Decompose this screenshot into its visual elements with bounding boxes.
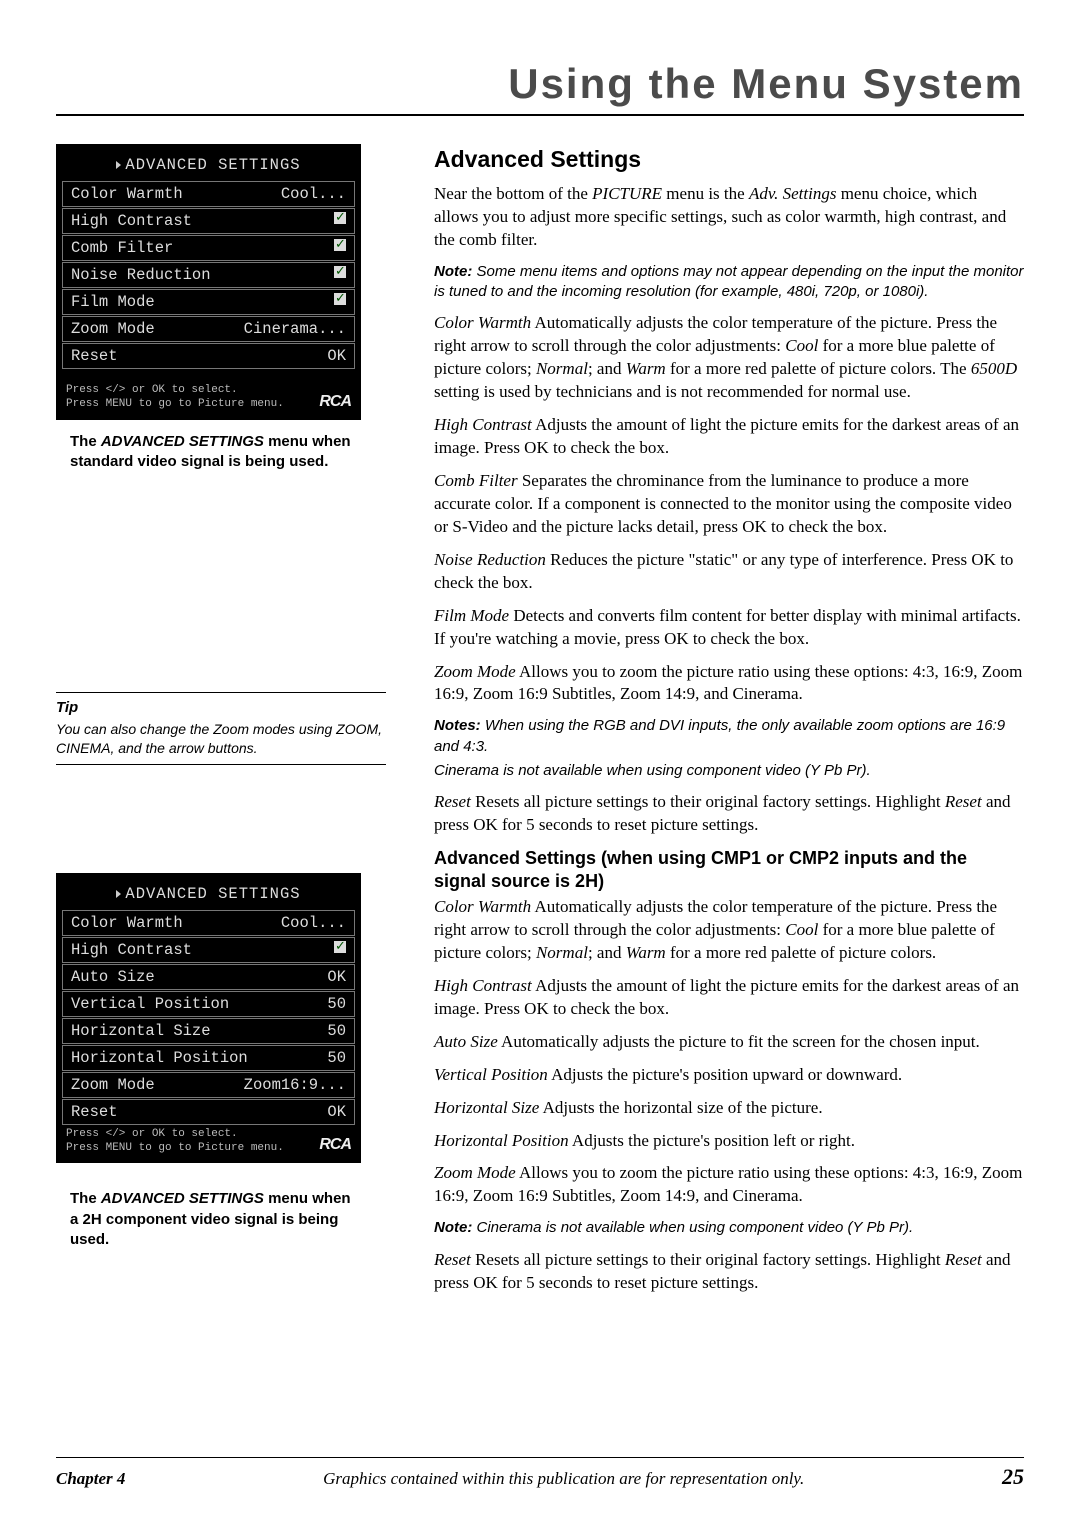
osd2-footer: Press </> or OK to select. Press MENU to…: [62, 1126, 355, 1158]
item-noise-reduction: Noise Reduction Reduces the picture "sta…: [434, 549, 1024, 595]
check-icon: [334, 239, 346, 251]
osd2-row-horizontal-size[interactable]: Horizontal Size50: [62, 1018, 355, 1044]
osd1-caption: The ADVANCED SETTINGS menu when standard…: [70, 432, 360, 473]
item2-vertical-position: Vertical Position Adjusts the picture's …: [434, 1064, 1024, 1087]
osd2-row-reset[interactable]: ResetOK: [62, 1099, 355, 1125]
item2-zoom-mode: Zoom Mode Allows you to zoom the picture…: [434, 1162, 1024, 1208]
item2-horizontal-size: Horizontal Size Adjusts the horizontal s…: [434, 1097, 1024, 1120]
note-1: Note: Some menu items and options may no…: [434, 262, 1024, 303]
osd-menu-1: ADVANCED SETTINGS Color WarmthCool... Hi…: [56, 144, 361, 420]
item-color-warmth: Color Warmth Automatically adjusts the c…: [434, 312, 1024, 404]
item-comb-filter: Comb Filter Separates the chrominance fr…: [434, 470, 1024, 539]
check-icon: [334, 266, 346, 278]
page-footer: Chapter 4 Graphics contained within this…: [56, 1457, 1024, 1490]
check-icon: [334, 212, 346, 224]
check-icon: [334, 941, 346, 953]
osd2-caption: The ADVANCED SETTINGS menu when a 2H com…: [70, 1189, 360, 1250]
osd1-row-comb-filter[interactable]: Comb Filter: [62, 235, 355, 261]
intro-paragraph: Near the bottom of the PICTURE menu is t…: [434, 183, 1024, 252]
item2-high-contrast: High Contrast Adjusts the amount of ligh…: [434, 975, 1024, 1021]
brand-logo: RCA: [319, 1135, 351, 1155]
item-high-contrast: High Contrast Adjusts the amount of ligh…: [434, 414, 1024, 460]
osd2-row-auto-size[interactable]: Auto SizeOK: [62, 964, 355, 990]
footer-chapter: Chapter 4: [56, 1469, 125, 1489]
osd1-row-noise-reduction[interactable]: Noise Reduction: [62, 262, 355, 288]
osd1-row-color-warmth[interactable]: Color WarmthCool...: [62, 181, 355, 207]
cursor-icon: [116, 161, 121, 169]
osd2-title: ADVANCED SETTINGS: [62, 879, 355, 909]
osd2-row-vertical-position[interactable]: Vertical Position50: [62, 991, 355, 1017]
tip-body: You can also change the Zoom modes using…: [56, 720, 386, 758]
cursor-icon: [116, 890, 121, 898]
subsection-heading: Advanced Settings (when using CMP1 or CM…: [434, 847, 1024, 892]
check-icon: [334, 293, 346, 305]
item-zoom-mode: Zoom Mode Allows you to zoom the picture…: [434, 661, 1024, 707]
footer-disclaimer: Graphics contained within this publicati…: [323, 1469, 804, 1489]
notes-2a: Notes: When using the RGB and DVI inputs…: [434, 716, 1024, 757]
page-header: Using the Menu System: [56, 60, 1024, 116]
osd2-row-horizontal-position[interactable]: Horizontal Position50: [62, 1045, 355, 1071]
tip-box: Tip You can also change the Zoom modes u…: [56, 692, 386, 765]
notes-2b: Cinerama is not available when using com…: [434, 761, 1024, 781]
osd2-row-high-contrast[interactable]: High Contrast: [62, 937, 355, 963]
left-column: ADVANCED SETTINGS Color WarmthCool... Hi…: [56, 144, 406, 1304]
osd1-row-film-mode[interactable]: Film Mode: [62, 289, 355, 315]
item-reset: Reset Resets all picture settings to the…: [434, 791, 1024, 837]
two-column-layout: ADVANCED SETTINGS Color WarmthCool... Hi…: [56, 144, 1024, 1304]
osd1-title: ADVANCED SETTINGS: [62, 150, 355, 180]
footer-page-number: 25: [1002, 1464, 1024, 1490]
section-heading: Advanced Settings: [434, 144, 1024, 175]
osd2-row-color-warmth[interactable]: Color WarmthCool...: [62, 910, 355, 936]
right-column: Advanced Settings Near the bottom of the…: [434, 144, 1024, 1304]
osd1-row-zoom-mode[interactable]: Zoom ModeCinerama...: [62, 316, 355, 342]
item2-horizontal-position: Horizontal Position Adjusts the picture'…: [434, 1130, 1024, 1153]
osd2-row-zoom-mode[interactable]: Zoom ModeZoom16:9...: [62, 1072, 355, 1098]
osd1-footer: Press </> or OK to select. Press MENU to…: [62, 382, 355, 414]
tip-title: Tip: [56, 699, 386, 716]
page: Using the Menu System ADVANCED SETTINGS …: [0, 0, 1080, 1528]
note-3: Note: Cinerama is not available when usi…: [434, 1218, 1024, 1238]
item2-color-warmth: Color Warmth Automatically adjusts the c…: [434, 896, 1024, 965]
osd-menu-2: ADVANCED SETTINGS Color WarmthCool... Hi…: [56, 873, 361, 1164]
item-film-mode: Film Mode Detects and converts film cont…: [434, 605, 1024, 651]
osd1-row-reset[interactable]: ResetOK: [62, 343, 355, 369]
brand-logo: RCA: [319, 392, 351, 412]
item2-reset: Reset Resets all picture settings to the…: [434, 1249, 1024, 1295]
item2-auto-size: Auto Size Automatically adjusts the pict…: [434, 1031, 1024, 1054]
osd1-row-high-contrast[interactable]: High Contrast: [62, 208, 355, 234]
